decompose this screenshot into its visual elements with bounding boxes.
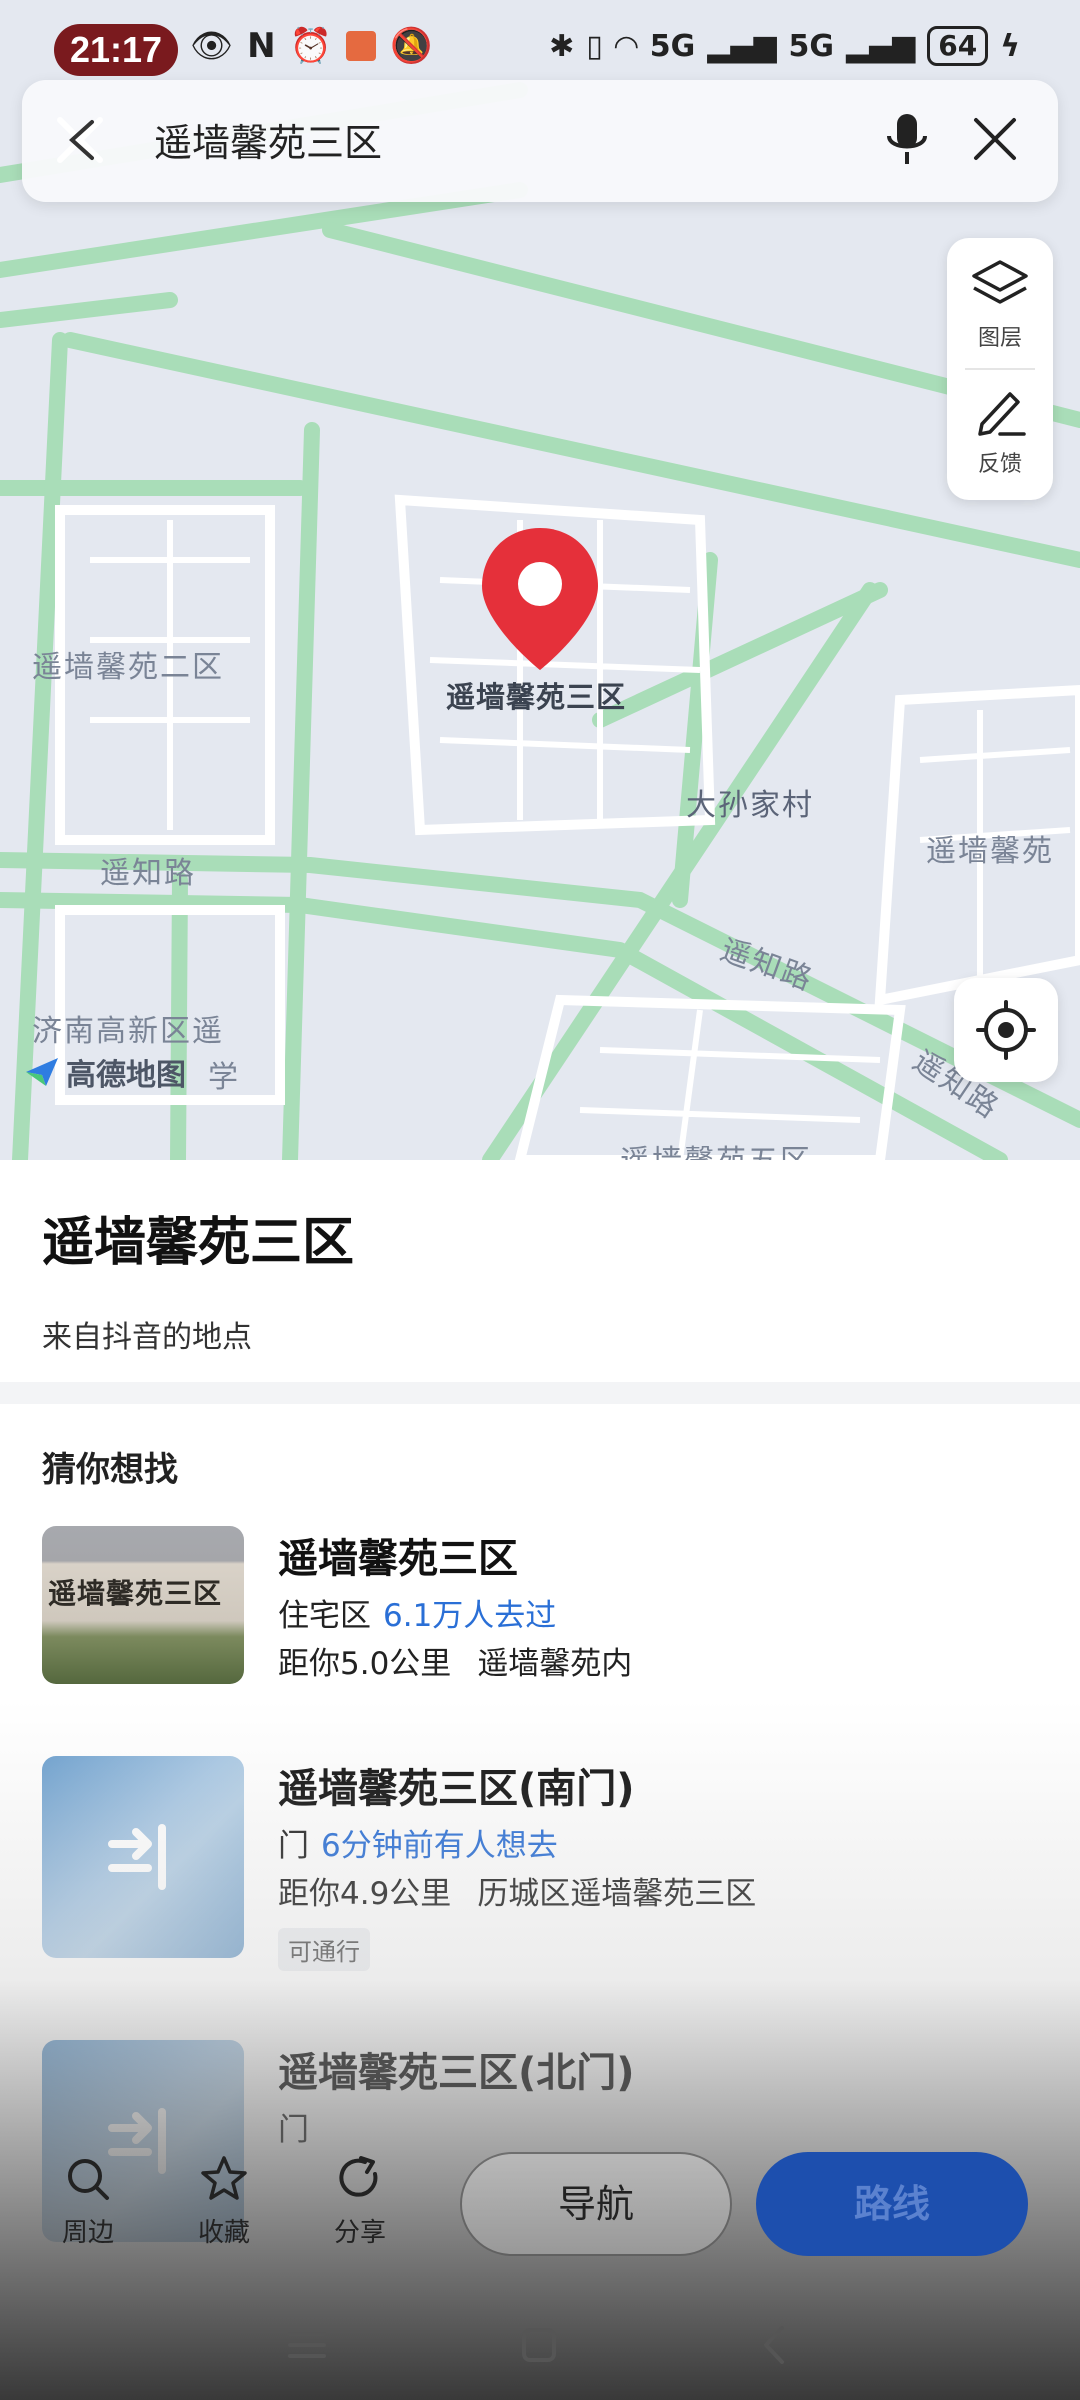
navigate-button[interactable]: 导航 xyxy=(460,2152,732,2256)
tool-divider xyxy=(965,368,1035,370)
suggestion-item[interactable]: 遥墙馨苑三区(南门) 门 6分钟前有人想去 距你4.9公里 历城区遥墙馨苑三区 可通… xyxy=(42,1756,1042,1971)
suggestion-distance: 距你4.9公里 xyxy=(278,1876,452,1912)
locate-icon xyxy=(976,1000,1036,1060)
map-label: 遥墙馨苑 xyxy=(926,834,1054,869)
section-divider xyxy=(0,1382,1080,1404)
microphone-icon[interactable] xyxy=(874,106,940,172)
map-label: 学 xyxy=(208,1060,240,1095)
suggestion-address: 历城区遥墙馨苑三区 xyxy=(477,1876,757,1912)
nearby-label: 周边 xyxy=(61,2218,114,2248)
system-nav-bar xyxy=(0,2290,1080,2400)
map-label: 遥墙馨苑二区 xyxy=(32,650,224,685)
suggestion-address: 遥墙馨苑内 xyxy=(477,1646,633,1682)
edit-icon xyxy=(978,392,1026,436)
pin-label: 遥墙馨苑三区 xyxy=(446,680,627,714)
status-icons-left: 👁 N ⏰ 🔕 xyxy=(190,26,432,66)
suggestion-meta: 门 6分钟前有人想去 xyxy=(278,1820,558,1865)
back-icon[interactable] xyxy=(750,2320,800,2370)
bottom-action-bar: 周边 收藏 分享 导航 路线 xyxy=(0,2140,1080,2280)
nearby-button[interactable]: 周边 xyxy=(38,2154,138,2249)
search-input[interactable]: 遥墙馨苑三区 xyxy=(154,112,382,167)
nfc-icon: N xyxy=(247,26,276,66)
suggestion-name: 遥墙馨苑三区 xyxy=(278,1536,518,1582)
road-label: 遥知路 xyxy=(100,856,196,891)
suggestion-location: 距你4.9公里 历城区遥墙馨苑三区 xyxy=(278,1868,756,1913)
charging-icon: ϟ xyxy=(1000,28,1020,64)
access-tag: 可通行 xyxy=(278,1928,370,1971)
status-clock: 21:17 xyxy=(54,24,178,76)
suggestion-popularity: 6.1万人去过 xyxy=(383,1598,557,1634)
feedback-button[interactable]: 反馈 xyxy=(947,384,1053,514)
share-icon xyxy=(339,2156,378,2197)
amap-logo-text: 高德地图 xyxy=(66,1058,186,1093)
suggestion-category: 门 xyxy=(278,1828,309,1864)
signal-bars-icon: ▂▄▆ xyxy=(846,28,916,64)
favorite-label: 收藏 xyxy=(197,2218,250,2248)
suggestion-popularity: 6分钟前有人想去 xyxy=(321,1828,558,1864)
suggestion-item[interactable]: 遥墙馨苑三区 遥墙馨苑三区 住宅区 6.1万人去过 距你5.0公里 遥墙馨苑内 xyxy=(42,1526,1042,1696)
share-label: 分享 xyxy=(333,2218,386,2248)
locate-button[interactable] xyxy=(954,978,1058,1082)
place-photo: 遥墙馨苑三区 xyxy=(42,1526,244,1684)
place-title: 遥墙馨苑三区 xyxy=(42,1213,355,1273)
map-label: 济南高新区遥 xyxy=(32,1014,224,1049)
suggestion-category: 住宅区 xyxy=(278,1598,371,1634)
clear-icon[interactable] xyxy=(962,106,1028,172)
suggestion-location: 距你5.0公里 遥墙馨苑内 xyxy=(278,1638,632,1683)
share-button[interactable]: 分享 xyxy=(310,2154,410,2249)
map-label: 遥墙馨苑五区 xyxy=(620,1136,812,1160)
photo-sign-text: 遥墙馨苑三区 xyxy=(48,1577,223,1610)
wifi-icon: ◠ xyxy=(614,28,638,64)
signal-1: 5G xyxy=(649,28,696,64)
home-icon[interactable] xyxy=(514,2320,564,2370)
gate-thumbnail xyxy=(42,1756,244,1958)
close-icon[interactable] xyxy=(50,110,110,170)
vibrate-icon: ▯ xyxy=(586,28,603,64)
bluetooth-icon: ✱ xyxy=(549,28,575,64)
alarm-icon: ⏰ xyxy=(289,26,332,66)
signal-bars-icon: ▂▄▆ xyxy=(707,28,777,64)
layers-button[interactable]: 图层 xyxy=(947,256,1053,386)
suggestions-title: 猜你想找 xyxy=(42,1450,178,1490)
status-icons-right: ✱ ▯ ◠ 5G ▂▄▆ 5G ▂▄▆ 64 ϟ xyxy=(549,26,1020,66)
layers-label: 图层 xyxy=(977,326,1022,351)
amap-logo-icon xyxy=(26,1058,58,1086)
place-source: 来自抖音的地点 xyxy=(42,1320,252,1355)
mute-icon: 🔕 xyxy=(389,26,433,66)
feedback-label: 反馈 xyxy=(977,452,1022,477)
location-pin-icon[interactable] xyxy=(478,524,602,674)
search-bar[interactable]: 遥墙馨苑三区 xyxy=(22,80,1058,202)
favorite-button[interactable]: 收藏 xyxy=(174,2154,274,2249)
map-label: 大孙家村 xyxy=(686,788,814,823)
search-icon xyxy=(68,2159,109,2200)
eye-icon: 👁 xyxy=(190,26,234,66)
battery-level: 64 xyxy=(927,26,989,66)
route-button[interactable]: 路线 xyxy=(756,2152,1028,2256)
star-icon xyxy=(201,2156,247,2200)
app-notification-icon xyxy=(345,31,376,61)
layers-icon xyxy=(972,260,1028,304)
gate-icon xyxy=(108,1824,166,1890)
amap-logo: 高德地图 xyxy=(24,1050,186,1094)
suggestion-distance: 距你5.0公里 xyxy=(278,1646,452,1682)
menu-icon[interactable] xyxy=(282,2320,332,2370)
suggestion-name: 遥墙馨苑三区(北门) xyxy=(278,2050,635,2096)
signal-2: 5G xyxy=(788,28,835,64)
suggestion-meta: 住宅区 6.1万人去过 xyxy=(278,1590,556,1635)
status-bar: 21:17 👁 N ⏰ 🔕 ✱ ▯ ◠ 5G ▂▄▆ 5G ▂▄▆ 64 ϟ xyxy=(0,20,1080,80)
map-tool-panel: 图层 反馈 xyxy=(947,238,1053,500)
suggestion-name: 遥墙馨苑三区(南门) xyxy=(278,1766,635,1812)
